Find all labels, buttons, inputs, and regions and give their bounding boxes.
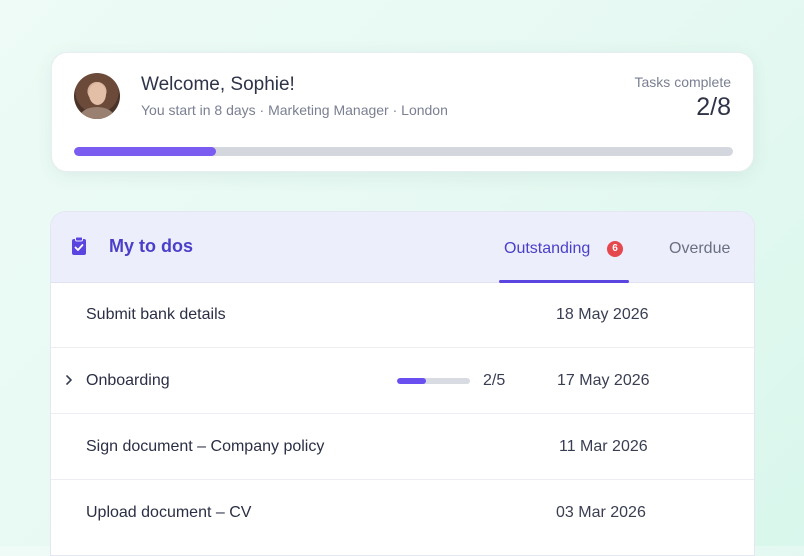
todo-row-sign-document[interactable]: Sign document – Company policy 11 Mar 20…: [51, 414, 754, 480]
tasks-complete-label: Tasks complete: [634, 74, 731, 90]
onboarding-progress-bar: [397, 378, 470, 384]
welcome-title: Welcome, Sophie!: [141, 74, 295, 95]
tasks-progress-bar: [74, 147, 733, 156]
tab-outstanding[interactable]: Outstanding 6: [499, 212, 629, 283]
todo-row-submit-bank-details[interactable]: Submit bank details 18 May 2026: [51, 282, 754, 348]
outstanding-count-badge: 6: [607, 241, 623, 257]
todo-row-date: 18 May 2026: [556, 306, 649, 323]
tasks-complete-count: 2/8: [696, 93, 731, 121]
todo-header: My to dos Outstanding 6 Overdue: [51, 212, 754, 283]
todo-card: My to dos Outstanding 6 Overdue Submit b…: [50, 211, 755, 556]
onboarding-progress-count: 2/5: [483, 372, 506, 389]
chevron-right-icon[interactable]: [63, 373, 75, 387]
todo-row-title: Onboarding: [86, 372, 170, 389]
tab-overdue[interactable]: Overdue: [669, 240, 730, 258]
todo-row-upload-document[interactable]: Upload document – CV 03 Mar 2026: [51, 480, 754, 546]
onboarding-progress-fill: [397, 378, 427, 384]
todo-row-title: Sign document – Company policy: [86, 438, 325, 455]
tasks-progress-fill: [74, 147, 216, 156]
todo-row-title: Submit bank details: [86, 306, 226, 323]
todo-row-title: Upload document – CV: [86, 504, 252, 521]
welcome-subtitle: You start in 8 days · Marketing Manager …: [141, 102, 448, 118]
todo-title: My to dos: [109, 236, 193, 256]
todo-row-date: 03 Mar 2026: [556, 504, 646, 521]
todo-row-date: 17 May 2026: [557, 372, 650, 389]
todo-row-onboarding[interactable]: Onboarding 2/5 17 May 2026: [51, 348, 754, 414]
avatar: [74, 73, 120, 119]
clipboard-check-icon: [72, 236, 86, 255]
welcome-card: Welcome, Sophie! You start in 8 days · M…: [51, 52, 754, 172]
tab-outstanding-label: Outstanding: [504, 240, 591, 257]
todo-row-date: 11 Mar 2026: [559, 438, 648, 455]
